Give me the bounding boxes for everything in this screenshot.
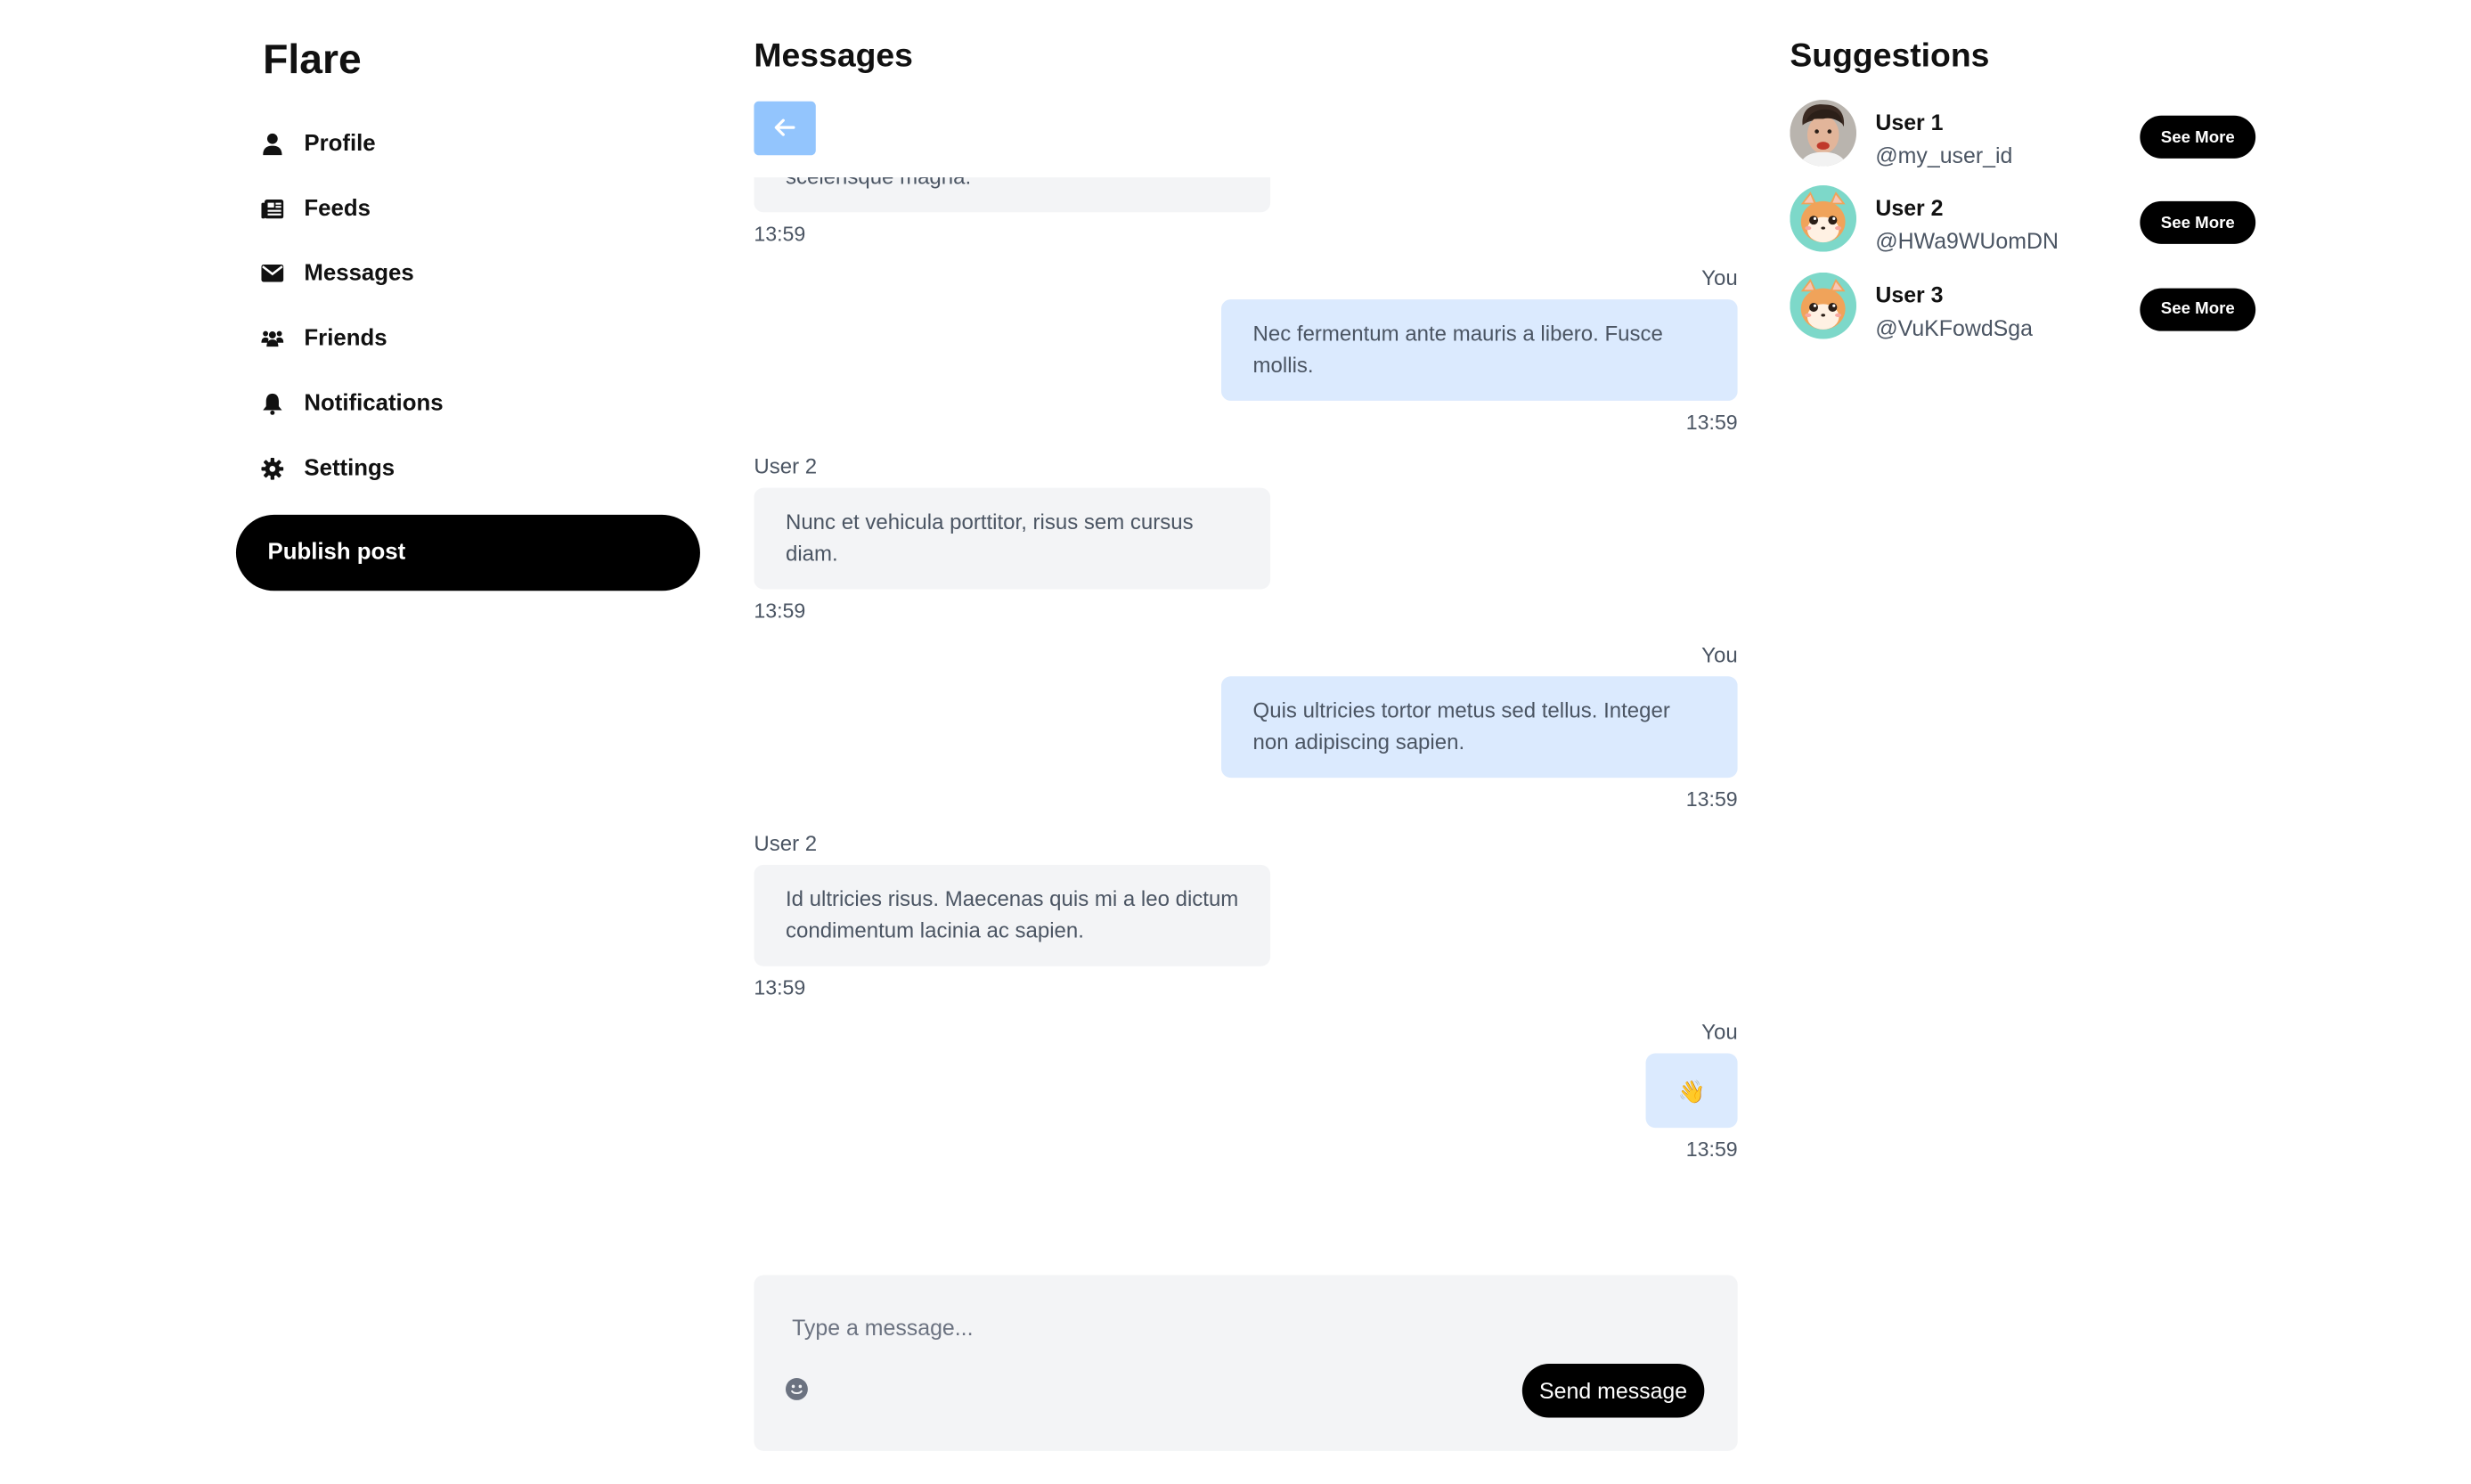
suggestion-item: User 1 @my_user_id See More	[1790, 100, 2264, 186]
message-outgoing: You Quis ultricies tortor metus sed tell…	[754, 642, 1738, 811]
message-outgoing: You Nec fermentum ante mauris a libero. …	[754, 265, 1738, 435]
sidebar-item-profile[interactable]: Profile	[261, 110, 705, 175]
app-logo[interactable]: Flare	[263, 35, 362, 84]
message-bubble: Id ultricies risus. Maecenas quis mi a l…	[754, 864, 1271, 966]
app-window: Flare Profile Feeds Messages Friends Not…	[0, 0, 2471, 1484]
suggestion-item: User 3 @VuKFowdSga See More	[1790, 272, 2264, 358]
suggestion-handle: @VuKFowdSga	[1875, 314, 2033, 340]
avatar[interactable]	[1790, 185, 1857, 253]
suggestion-name: User 1	[1875, 109, 1944, 135]
avatar[interactable]	[1790, 100, 1857, 167]
newspaper-icon	[261, 197, 284, 219]
sidebar-item-label: Messages	[304, 260, 414, 286]
sidebar-nav: Profile Feeds Messages Friends Notificat…	[261, 110, 705, 500]
message-sender: User 2	[754, 831, 818, 856]
see-more-button[interactable]: See More	[2140, 201, 2256, 245]
smiley-icon[interactable]	[785, 1378, 808, 1400]
bell-icon	[261, 392, 283, 414]
suggestion-handle: @HWa9WUomDN	[1875, 228, 2059, 255]
user-icon	[261, 132, 283, 155]
sidebar-item-settings[interactable]: Settings	[261, 436, 705, 501]
arrow-left-icon	[774, 117, 795, 141]
back-button[interactable]	[754, 101, 816, 156]
sidebar-item-messages[interactable]: Messages	[261, 241, 705, 306]
message-incoming: scelerisque magna. 13:59	[754, 177, 1737, 246]
sidebar-item-label: Feeds	[304, 195, 371, 222]
message-bubble: scelerisque magna.	[754, 177, 1271, 213]
suggestions-title: Suggestions	[1790, 37, 1990, 75]
message-time: 13:59	[1685, 787, 1738, 811]
message-bubble: Nunc et vehicula porttitor, risus sem cu…	[754, 487, 1271, 590]
suggestion-name: User 2	[1875, 195, 1944, 221]
message-input[interactable]	[792, 1303, 1426, 1351]
message-time: 13:59	[754, 599, 806, 623]
suggestions-list: User 1 @my_user_id See More User 2 @HWa9…	[1790, 100, 2264, 358]
message-time: 13:59	[754, 975, 806, 1000]
message-time: 13:59	[754, 221, 806, 246]
sidebar-item-label: Profile	[304, 130, 376, 157]
message-sender: You	[1701, 265, 1738, 290]
message-bubble: Nec fermentum ante mauris a libero. Fusc…	[1220, 299, 1738, 401]
sidebar-item-label: Notifications	[304, 390, 444, 416]
suggestion-handle: @my_user_id	[1875, 143, 2013, 168]
suggestion-name: User 3	[1875, 281, 1944, 307]
see-more-button[interactable]: See More	[2140, 115, 2256, 159]
message-time: 13:59	[1685, 1137, 1738, 1162]
publish-post-button[interactable]: Publish post	[235, 514, 700, 591]
message-bubble: Quis ultricies tortor metus sed tellus. …	[1220, 676, 1738, 779]
sidebar-item-label: Settings	[304, 455, 396, 481]
message-sender: You	[1701, 642, 1738, 667]
send-message-button[interactable]: Send message	[1521, 1364, 1705, 1418]
message-sender: User 2	[754, 454, 818, 479]
sidebar-item-friends[interactable]: Friends	[261, 306, 705, 371]
sidebar-item-notifications[interactable]: Notifications	[261, 371, 705, 436]
message-time: 13:59	[1685, 410, 1738, 435]
envelope-icon	[261, 262, 284, 284]
message-incoming: User 2 Nunc et vehicula porttitor, risus…	[754, 454, 1737, 623]
message-incoming: User 2 Id ultricies risus. Maecenas quis…	[754, 832, 1737, 999]
sidebar-item-label: Friends	[304, 325, 387, 351]
message-thread[interactable]: scelerisque magna. 13:59 You Nec ferment…	[754, 177, 1738, 1258]
message-composer: Send message	[754, 1275, 1738, 1451]
avatar[interactable]	[1790, 272, 1857, 338]
page-title: Messages	[754, 37, 913, 75]
suggestion-item: User 2 @HWa9WUomDN See More	[1790, 185, 2264, 273]
sidebar-item-feeds[interactable]: Feeds	[261, 175, 705, 241]
message-bubble: 👋	[1645, 1053, 1738, 1129]
message-list: scelerisque magna. 13:59 You Nec ferment…	[754, 177, 1738, 1181]
message-outgoing: You 👋 13:59	[754, 1020, 1738, 1162]
message-sender: You	[1701, 1020, 1738, 1044]
users-icon	[261, 327, 284, 349]
gear-icon	[261, 457, 284, 479]
see-more-button[interactable]: See More	[2140, 287, 2256, 330]
